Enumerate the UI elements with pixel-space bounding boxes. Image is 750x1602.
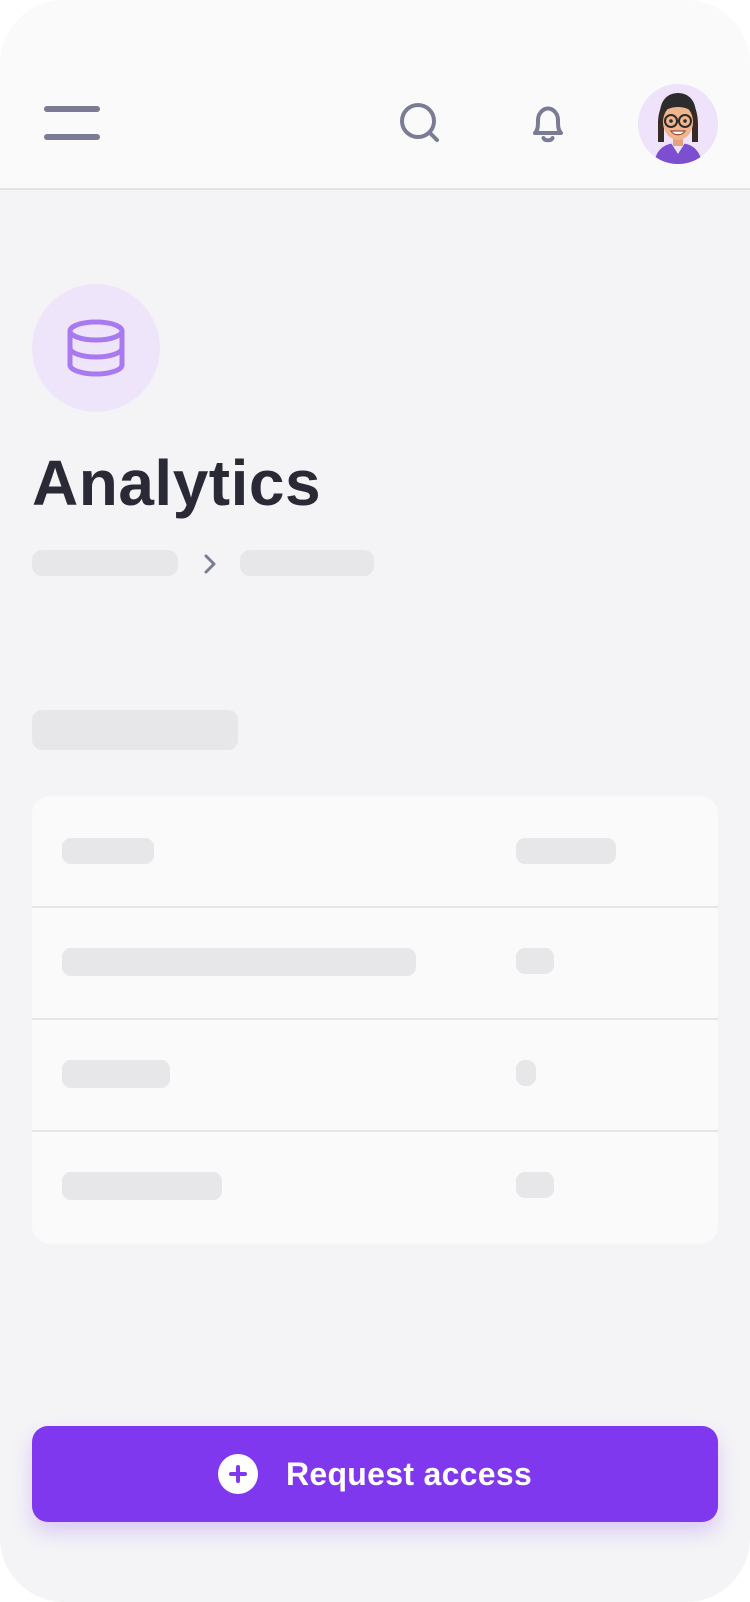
hamburger-menu-icon-line — [44, 134, 100, 140]
hamburger-menu-icon — [44, 106, 100, 112]
list-item — [32, 1020, 718, 1132]
row-label-placeholder — [62, 948, 416, 976]
page-title: Analytics — [32, 447, 322, 519]
user-avatar[interactable] — [638, 84, 718, 164]
row-label-placeholder — [62, 1060, 170, 1088]
bell-icon — [533, 106, 563, 143]
search-icon — [400, 103, 439, 142]
app-screen: Analytics Request access — [0, 0, 750, 1602]
list-item — [32, 908, 718, 1020]
row-label-placeholder — [62, 838, 154, 864]
menu-button[interactable] — [44, 104, 100, 142]
top-app-bar — [0, 0, 750, 190]
avatar-image — [638, 84, 718, 164]
chevron-right-icon — [204, 554, 216, 574]
list-item — [32, 796, 718, 908]
row-value-placeholder — [516, 838, 616, 864]
section-heading-placeholder — [32, 710, 238, 750]
row-label-placeholder — [62, 1172, 222, 1200]
list-item — [32, 1132, 718, 1244]
row-value-placeholder — [516, 1060, 536, 1086]
analytics-icon-badge — [32, 284, 160, 412]
request-access-button[interactable]: Request access — [32, 1426, 718, 1522]
search-button[interactable] — [398, 100, 446, 148]
details-card — [32, 796, 718, 1244]
row-value-placeholder — [516, 948, 554, 974]
plus-circle-icon — [217, 1454, 258, 1494]
row-value-placeholder — [516, 1172, 554, 1198]
database-icon — [67, 319, 125, 377]
request-access-label: Request access — [285, 1455, 533, 1492]
breadcrumb-item-placeholder — [32, 550, 178, 576]
breadcrumb-item-placeholder — [240, 550, 374, 576]
notifications-button[interactable] — [524, 100, 572, 148]
